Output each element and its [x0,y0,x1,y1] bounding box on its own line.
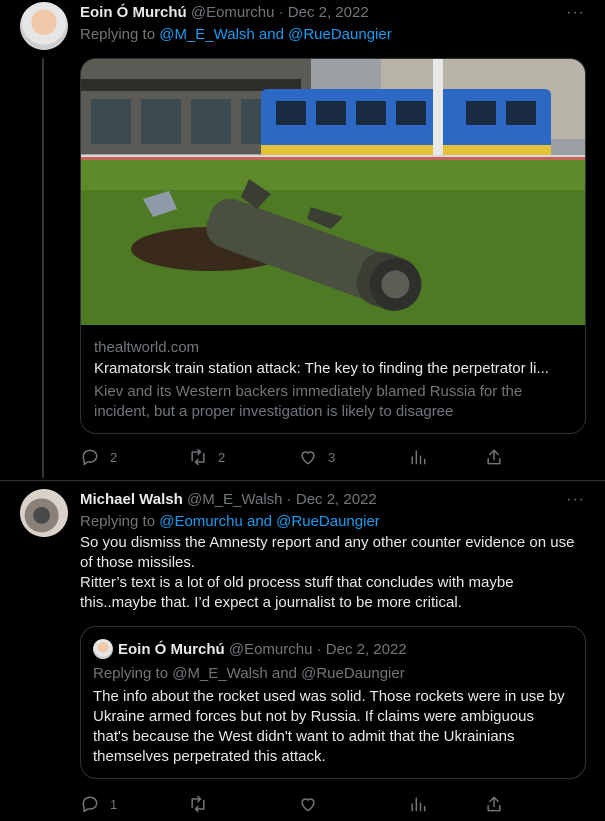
retweet-count: 2 [218,449,226,465]
views-button[interactable] [408,793,428,815]
like-icon [301,798,315,812]
reply-count: 2 [110,449,118,465]
tweet-text-line: So you dismiss the Amnesty report and an… [80,534,575,571]
reply-icon [82,449,98,466]
card-image [81,59,585,325]
retweet-button[interactable]: 2 [188,446,225,468]
views-button[interactable] [408,446,428,468]
reply-button[interactable]: 1 [80,793,117,815]
card-title: Kramatorsk train station attack: The key… [94,360,549,377]
tweet-actions: 2 2 3 [78,446,508,470]
tweet-michael[interactable]: Michael Walsh @M_E_Walsh · Dec 2, 2022 ·… [0,480,605,821]
share-icon [487,796,501,812]
quote-date: Dec 2, 2022 [325,641,407,658]
views-icon [411,797,426,812]
tweet-header: Michael Walsh @M_E_Walsh · Dec 2, 2022 [80,491,377,508]
tweet-date[interactable]: Dec 2, 2022 [288,4,369,21]
quote-author-name: Eoin Ó Murchú [118,641,225,658]
author-handle[interactable]: @M_E_Walsh [187,491,283,508]
thread-line [42,58,44,478]
quote-avatar [93,639,113,659]
quote-header: Eoin Ó Murchú @Eomurchu · Dec 2, 2022 [118,641,407,658]
replying-prefix: Replying to [80,513,160,530]
like-button[interactable]: 3 [298,446,335,468]
author-name[interactable]: Eoin Ó Murchú [80,4,187,21]
tweet-text: So you dismiss the Amnesty report and an… [80,533,580,613]
retweet-icon [191,448,205,466]
share-button[interactable] [484,793,504,815]
like-button[interactable] [298,793,318,815]
avatar[interactable] [20,2,68,50]
reply-icon [82,796,98,813]
quote-author-handle: @Eomurchu [228,641,313,658]
separator: · [274,4,288,21]
quoted-tweet[interactable]: Eoin Ó Murchú @Eomurchu · Dec 2, 2022 Re… [80,626,586,779]
views-icon [411,450,426,465]
like-count: 3 [328,449,336,465]
more-icon[interactable]: ··· [566,4,585,22]
tweet-text-line: Ritter’s text is a lot of old process st… [80,574,514,611]
replying-to: Replying to @M_E_Walsh and @RueDaungier [80,26,392,43]
reply-button[interactable]: 2 [80,446,117,468]
quote-text: The info about the rocket used was solid… [93,688,565,765]
tweet-eoin[interactable]: Eoin Ó Murchú @Eomurchu · Dec 2, 2022 ··… [0,0,605,480]
more-icon[interactable]: ··· [566,491,585,509]
card-description: Kiev and its Western backers immediately… [94,383,523,420]
avatar[interactable] [20,489,68,537]
like-icon [301,451,315,465]
author-name[interactable]: Michael Walsh [80,491,183,508]
tweet-actions: 1 [78,793,508,817]
share-icon [487,449,501,465]
separator: · [282,491,296,508]
retweet-icon [191,795,205,813]
reply-count: 1 [110,796,118,812]
link-card[interactable]: thealtworld.com Kramatorsk train station… [80,58,586,434]
tweet-header: Eoin Ó Murchú @Eomurchu · Dec 2, 2022 [80,4,369,21]
tweet-date[interactable]: Dec 2, 2022 [296,491,377,508]
card-domain: thealtworld.com [94,339,200,356]
replying-to: Replying to @Eomurchu and @RueDaungier [80,513,380,530]
replying-prefix: Replying to [80,26,160,43]
quote-replying-to: Replying to @M_E_Walsh and @RueDaungier [93,665,405,682]
replying-to-users[interactable]: @Eomurchu and @RueDaungier [159,513,380,530]
share-button[interactable] [484,446,504,468]
retweet-button[interactable] [188,793,208,815]
replying-to-users[interactable]: @M_E_Walsh and @RueDaungier [159,26,392,43]
author-handle[interactable]: @Eomurchu [191,4,275,21]
separator: · [312,641,326,658]
